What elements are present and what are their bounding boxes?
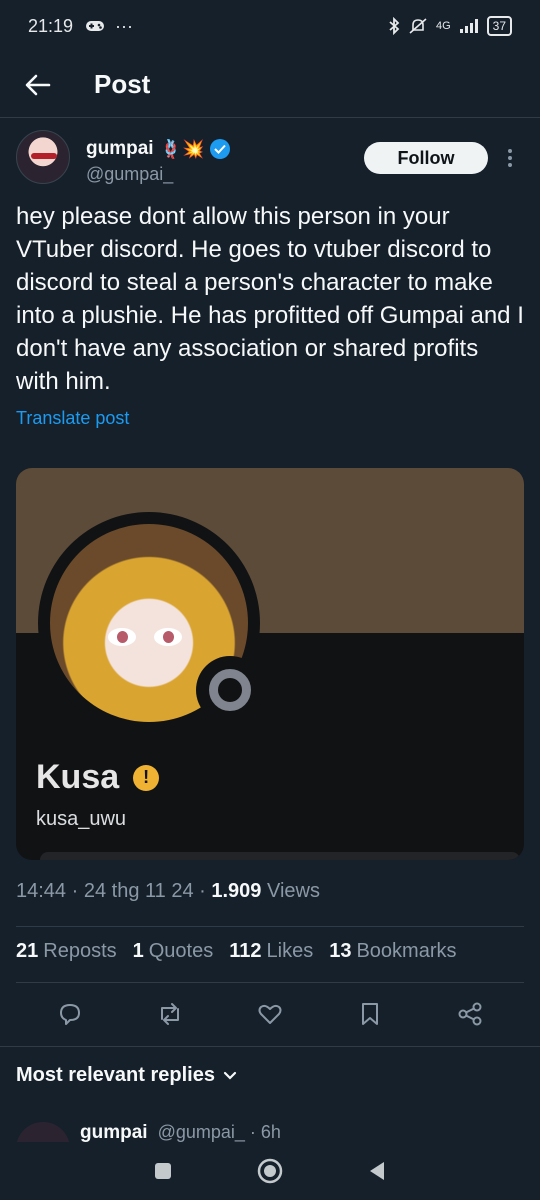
- warning-icon: !: [133, 764, 160, 791]
- profile-card-edge: [40, 852, 520, 860]
- pfp-eye-right: [154, 628, 182, 646]
- reposts-count: 21: [16, 940, 39, 962]
- arrow-left-icon: [25, 74, 51, 95]
- views-label: Views: [266, 880, 320, 902]
- verified-icon: [210, 139, 231, 159]
- divider: [16, 926, 524, 927]
- status-time: 21:19: [28, 15, 74, 36]
- action-bar: [0, 994, 540, 1034]
- reply-button[interactable]: [50, 994, 90, 1034]
- chevron-down-icon: [223, 1071, 237, 1080]
- status-bar: 21:19 ··· 4G 37: [0, 0, 540, 52]
- likes-stat[interactable]: 112 Likes: [229, 940, 313, 963]
- bookmarks-label: Bookmarks: [356, 940, 457, 962]
- offline-status-icon: [196, 656, 264, 724]
- status-right-icons: 4G 37: [388, 16, 512, 36]
- more-notifications-icon: ···: [115, 15, 134, 36]
- top-bar: Post: [0, 52, 540, 118]
- reply-icon: [60, 1004, 80, 1025]
- status-left-icons: ···: [85, 16, 133, 37]
- more-options-icon[interactable]: [496, 140, 524, 176]
- author-name[interactable]: gumpai: [86, 138, 154, 160]
- bookmarks-count: 13: [329, 940, 352, 962]
- repost-button[interactable]: [150, 994, 190, 1034]
- author-avatar[interactable]: [16, 130, 70, 184]
- repost-icon: [161, 1003, 179, 1025]
- quotes-label: Quotes: [148, 940, 214, 962]
- share-icon: [458, 1002, 482, 1026]
- home-button[interactable]: [250, 1151, 290, 1191]
- post-text: hey please dont allow this person in you…: [16, 203, 524, 395]
- square-icon: [155, 1163, 172, 1179]
- divider: [16, 982, 524, 983]
- heart-icon: [258, 1004, 282, 1024]
- views-count: 1.909: [211, 880, 262, 902]
- likes-label: Likes: [266, 940, 314, 962]
- reply-avatar: [16, 1122, 70, 1142]
- triangle-back-icon: [369, 1162, 384, 1180]
- replies-sort-dropdown[interactable]: Most relevant replies: [16, 1064, 237, 1087]
- like-button[interactable]: [250, 994, 290, 1034]
- section-divider: [0, 1046, 540, 1047]
- network-type: 4G: [435, 20, 451, 32]
- page-title: Post: [94, 69, 151, 99]
- post-date: 24 thg 11 24: [83, 880, 194, 902]
- author-badges: 🪢💥: [159, 138, 205, 159]
- post-header: gumpai 🪢💥 @gumpai_ Follow: [16, 130, 524, 200]
- system-nav-bar: [0, 1142, 540, 1200]
- game-controller-icon: [86, 21, 105, 31]
- reply-author-handle: @gumpai_ · 6h: [157, 1122, 281, 1142]
- profile-display-name-row: Kusa !: [36, 758, 160, 797]
- reposts-stat[interactable]: 21 Reposts: [16, 940, 117, 963]
- battery-level: 37: [486, 16, 512, 36]
- reply-author-name: gumpai: [80, 1122, 148, 1142]
- quotes-stat[interactable]: 1 Quotes: [133, 940, 214, 963]
- share-button[interactable]: [450, 994, 490, 1034]
- back-nav-button[interactable]: [357, 1151, 397, 1191]
- replies-sort-label: Most relevant replies: [16, 1064, 215, 1086]
- pfp-eye-left: [108, 628, 136, 646]
- translate-post-link[interactable]: Translate post: [16, 408, 129, 429]
- quotes-count: 1: [132, 940, 144, 962]
- bookmark-icon: [362, 1003, 378, 1025]
- likes-count: 112: [229, 940, 262, 962]
- engagement-stats: 21 Reposts 1 Quotes 112 Likes 13 Bookmarks: [16, 940, 456, 963]
- signal-icon: [459, 19, 478, 33]
- profile-display-name: Kusa: [36, 758, 120, 796]
- author-name-row: gumpai 🪢💥: [86, 138, 231, 160]
- follow-button[interactable]: Follow: [364, 142, 488, 174]
- bookmark-button[interactable]: [350, 994, 390, 1034]
- reposts-label: Reposts: [43, 940, 117, 962]
- circle-icon: [257, 1158, 283, 1184]
- post-media-image[interactable]: Kusa ! kusa_uwu: [16, 468, 524, 860]
- author-handle[interactable]: @gumpai_: [86, 164, 230, 185]
- silent-mode-icon: [409, 18, 427, 34]
- bookmarks-stat[interactable]: 13 Bookmarks: [329, 940, 456, 963]
- author-meta: gumpai 🪢💥 @gumpai_: [86, 138, 231, 185]
- reply-item[interactable]: gumpai @gumpai_ · 6h: [16, 1118, 524, 1142]
- post-meta: 14:44 · 24 thg 11 24 · 1.909 Views: [16, 880, 320, 902]
- post-time: 14:44: [16, 880, 67, 902]
- recents-button[interactable]: [143, 1151, 183, 1191]
- back-button[interactable]: [12, 59, 64, 111]
- profile-username: kusa_uwu: [36, 808, 127, 830]
- bluetooth-icon: [389, 17, 400, 35]
